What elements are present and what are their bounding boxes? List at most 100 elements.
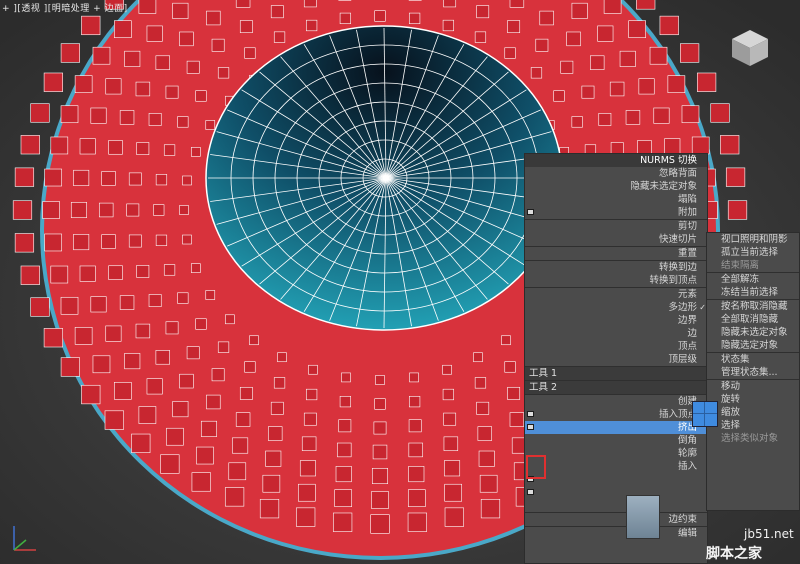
mesh-face xyxy=(667,75,686,93)
quad-right-item[interactable]: 孤立当前选择 xyxy=(707,246,799,259)
mesh-face xyxy=(165,85,179,99)
mesh-face xyxy=(443,0,457,8)
quad-left-item-label: 元素 xyxy=(677,289,697,300)
quad-left-item[interactable]: 多边形 ✓ xyxy=(525,301,707,314)
mesh-face xyxy=(81,384,101,405)
quad-left-item[interactable]: 元素 xyxy=(525,287,707,301)
quad-right-item[interactable]: 按名称取消隐藏 xyxy=(707,299,799,313)
settings-box-icon[interactable] xyxy=(527,424,534,430)
quad-left-item[interactable]: 工具 2 xyxy=(525,380,707,394)
mesh-face xyxy=(90,296,107,313)
quad-left-item[interactable]: 快速切片 xyxy=(525,233,707,246)
mesh-face xyxy=(609,81,625,97)
quad-right-item[interactable]: 选择 xyxy=(707,419,799,432)
quad-left-item[interactable]: 倒角 xyxy=(525,434,707,447)
mesh-face xyxy=(373,421,387,435)
quad-right-item-label: 选择 xyxy=(721,420,741,431)
mesh-face xyxy=(177,116,189,128)
quad-left-item[interactable]: 塌陷 xyxy=(525,193,707,206)
tools-quad-swatch[interactable] xyxy=(692,401,718,427)
quad-right-item-label: 隐藏选定对象 xyxy=(721,340,779,351)
quad-left-item[interactable]: 编辑 xyxy=(525,526,707,540)
quad-left-item[interactable]: 隐藏未选定对象 xyxy=(525,180,707,193)
quad-right-item[interactable]: 管理状态集... xyxy=(707,366,799,379)
mesh-face xyxy=(224,487,245,507)
mesh-face xyxy=(108,140,123,155)
quad-left-item[interactable]: 插入顶点 xyxy=(525,408,707,421)
quad-right-item[interactable]: 状态集 xyxy=(707,352,799,366)
quad-left-item-label: 剪切 xyxy=(677,221,697,232)
quad-left-item[interactable]: 创建 xyxy=(525,394,707,408)
mesh-face xyxy=(172,2,189,19)
quad-left-item[interactable]: 边 xyxy=(525,327,707,340)
quad-left-item[interactable] xyxy=(525,486,707,499)
quad-left-item[interactable]: 工具 1 xyxy=(525,366,707,380)
mesh-face xyxy=(135,81,151,97)
quad-left-item[interactable]: 剪切 xyxy=(525,219,707,233)
mesh-face xyxy=(81,15,101,36)
settings-box-icon[interactable] xyxy=(527,489,534,495)
quad-right-item[interactable]: 隐藏选定对象 xyxy=(707,339,799,352)
mesh-face xyxy=(581,85,595,99)
mesh-face xyxy=(473,352,483,363)
mesh-face xyxy=(249,335,259,346)
mesh-face xyxy=(20,265,40,285)
quad-left-item-label: 边约束 xyxy=(668,514,697,525)
quad-right-item[interactable]: 旋转 xyxy=(707,393,799,406)
mesh-face xyxy=(124,50,141,67)
mesh-face xyxy=(186,60,200,74)
mesh-face xyxy=(43,72,63,92)
quad-right-item-label: 移动 xyxy=(721,381,741,392)
mesh-face xyxy=(339,12,351,24)
viewport-label[interactable]: + ][透视 ][明暗处理 + 边面] xyxy=(2,1,128,14)
mesh-face xyxy=(182,234,192,245)
mesh-face xyxy=(598,113,612,126)
quad-left-item[interactable]: 顶点 xyxy=(525,340,707,353)
mesh-face xyxy=(409,12,421,24)
quad-left-item[interactable]: 重置 xyxy=(525,246,707,260)
settings-box-icon[interactable] xyxy=(527,209,534,215)
quad-right-item[interactable]: 隐藏未选定对象 xyxy=(707,326,799,339)
quad-left-item[interactable]: 挤出 xyxy=(525,421,707,434)
quad-left-item-label: 边界 xyxy=(677,315,697,326)
quad-left-item[interactable]: 附加 xyxy=(525,206,707,219)
quad-left-item-label: 塌陷 xyxy=(677,194,697,205)
mesh-face xyxy=(235,412,251,427)
quad-left-item[interactable]: 插入 xyxy=(525,460,707,473)
mesh-face xyxy=(298,483,316,502)
quad-right-item[interactable]: 视口照明和阴影 xyxy=(707,233,799,246)
mesh-face xyxy=(228,462,247,481)
mesh-face xyxy=(625,110,641,125)
quad-right-item[interactable]: 结束隔离 xyxy=(707,259,799,272)
mesh-face xyxy=(265,450,282,467)
quad-right-item[interactable]: 冻结当前选择 xyxy=(707,286,799,299)
quad-left-item-label: 转换到边 xyxy=(658,262,697,273)
quad-right-item[interactable]: 全部解冻 xyxy=(707,272,799,286)
quad-right-item[interactable]: 移动 xyxy=(707,379,799,393)
quad-left-item[interactable]: 轮廓 xyxy=(525,447,707,460)
watermark-site: jb51.net xyxy=(744,527,794,541)
axis-tripod-icon xyxy=(13,526,36,551)
quad-left-item[interactable]: 忽略背面 xyxy=(525,167,707,180)
quad-left-item[interactable]: NURMS 切换 xyxy=(525,154,707,167)
mesh-face xyxy=(126,203,140,217)
mesh-face xyxy=(338,419,352,433)
quad-left-item[interactable]: 转换到边 xyxy=(525,260,707,274)
quad-left-item[interactable] xyxy=(525,473,707,486)
mesh-face xyxy=(172,401,189,418)
quad-right-item[interactable]: 缩放 xyxy=(707,406,799,419)
quad-left-item[interactable]: 转换到顶点 xyxy=(525,274,707,287)
quad-left-item[interactable]: 边界 xyxy=(525,314,707,327)
mesh-face xyxy=(92,355,111,374)
quad-left-item[interactable]: 顶层级 xyxy=(525,353,707,366)
quad-left-item[interactable]: 边约束 xyxy=(525,512,707,526)
mesh-face xyxy=(727,200,748,220)
mesh-face xyxy=(697,72,717,92)
mesh-face xyxy=(268,426,283,441)
viewcube-icon[interactable] xyxy=(728,26,772,70)
settings-box-icon[interactable] xyxy=(527,411,534,417)
quad-right-item[interactable]: 选择类似对象 xyxy=(707,432,799,445)
quad-right-item[interactable]: 全部取消隐藏 xyxy=(707,313,799,326)
quad-left-item[interactable] xyxy=(525,499,707,512)
mesh-face xyxy=(619,50,636,67)
